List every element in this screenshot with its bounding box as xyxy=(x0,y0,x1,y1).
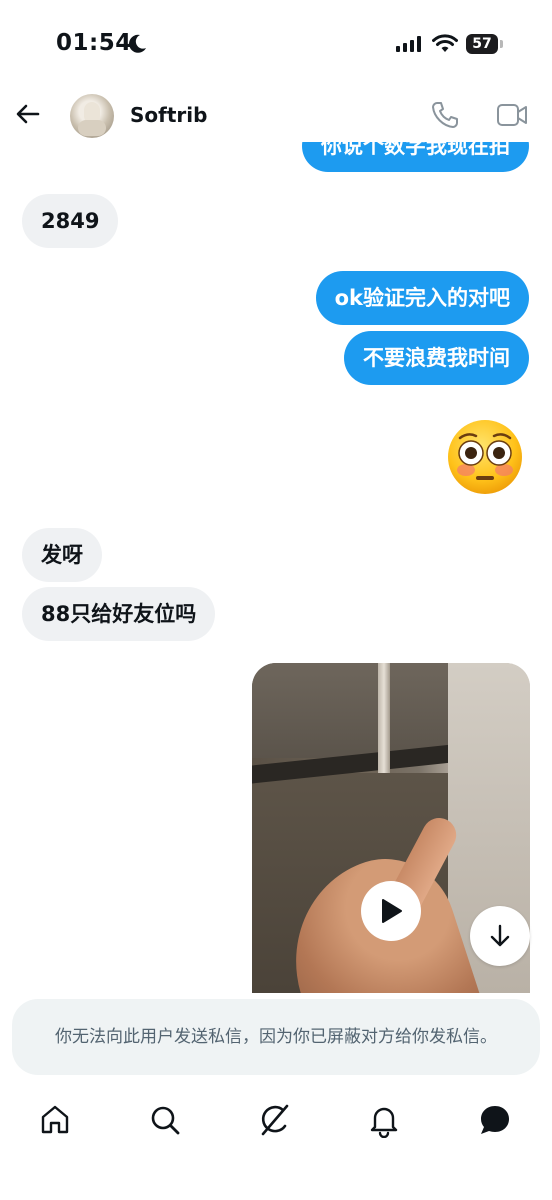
chat-username[interactable]: Softrib xyxy=(130,103,207,127)
message-bubble-incoming[interactable]: 发呀 xyxy=(22,528,102,582)
arrow-down-icon xyxy=(490,924,510,947)
wifi-icon xyxy=(432,34,458,52)
message-bubble-incoming[interactable]: 2849 xyxy=(22,194,119,248)
moon-icon xyxy=(129,34,146,53)
chat-header: Softrib xyxy=(0,90,552,142)
play-icon xyxy=(382,899,402,923)
phone-icon[interactable] xyxy=(430,100,460,130)
avatar[interactable] xyxy=(70,94,114,138)
status-time: 01:54 xyxy=(56,30,132,56)
play-button[interactable] xyxy=(361,881,421,941)
status-bar: 01:54 57 xyxy=(0,0,552,90)
message-bubble-outgoing[interactable]: ok验证完入的对吧 xyxy=(315,271,529,325)
message-bubble-incoming[interactable]: 88只给好友位吗 xyxy=(22,587,216,641)
search-icon[interactable] xyxy=(147,1102,183,1138)
signal-icon xyxy=(396,36,421,52)
battery-level: 57 xyxy=(466,34,498,54)
grok-icon[interactable] xyxy=(257,1102,293,1138)
flushed-face-emoji[interactable] xyxy=(446,418,524,496)
home-icon[interactable] xyxy=(37,1102,73,1138)
download-button[interactable] xyxy=(470,906,530,966)
message-bubble-outgoing[interactable]: 不要浪费我时间 xyxy=(344,331,529,385)
back-arrow-icon[interactable] xyxy=(14,100,42,128)
messages-icon[interactable] xyxy=(477,1102,513,1138)
notifications-icon[interactable] xyxy=(366,1102,402,1138)
battery-icon: 57 xyxy=(466,34,504,54)
bottom-nav xyxy=(0,1090,552,1150)
blocked-dm-notice: 你无法向此用户发送私信，因为你已屏蔽对方给你发私信。 xyxy=(12,999,540,1075)
video-call-icon[interactable] xyxy=(496,102,528,128)
